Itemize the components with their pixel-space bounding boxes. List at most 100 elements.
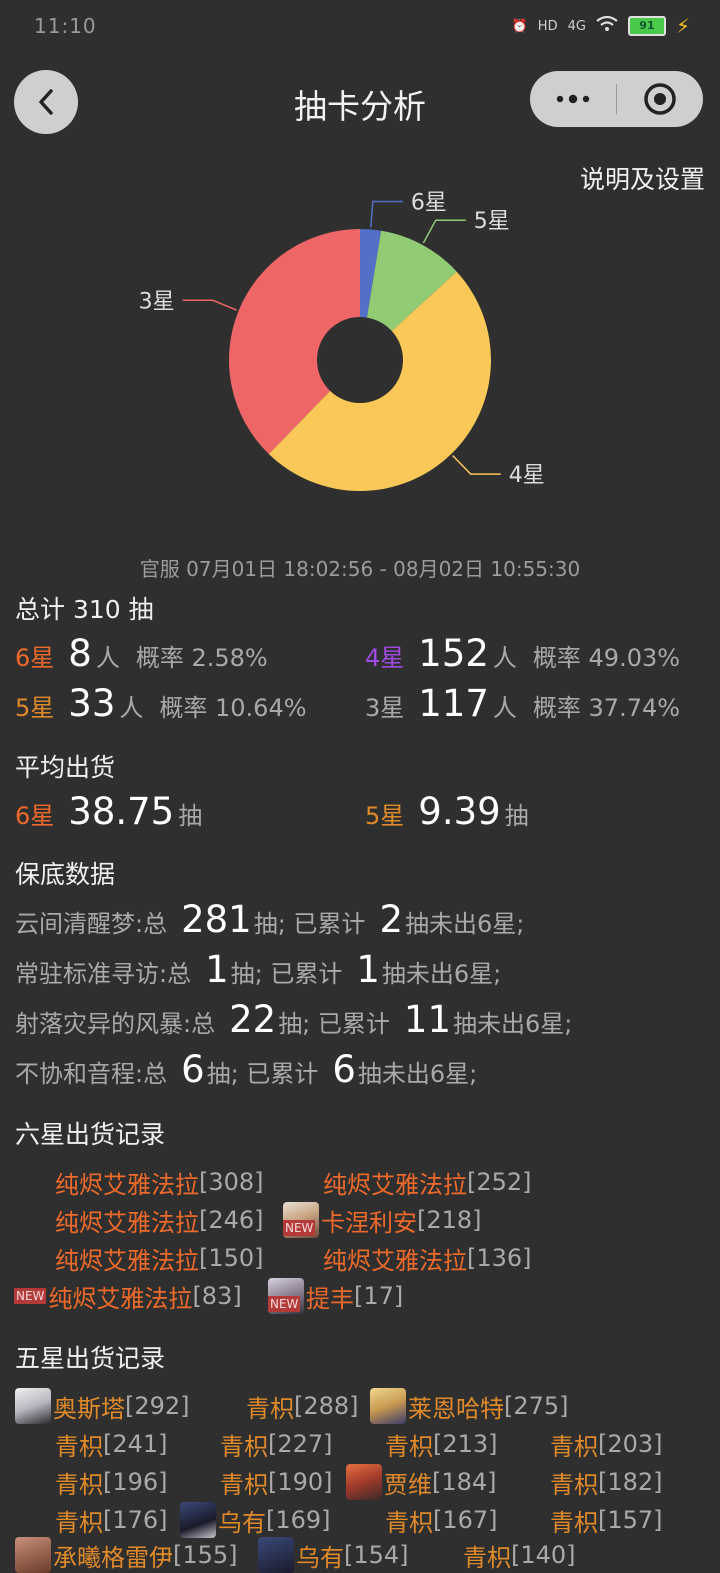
record-name: 青枳 bbox=[550, 1470, 598, 1499]
stat-rate: 概率 37.74% bbox=[532, 694, 681, 722]
miniprogram-capsule bbox=[530, 71, 703, 127]
pity-acc: 1 bbox=[356, 948, 380, 991]
record-name: 青枳 bbox=[385, 1432, 433, 1461]
record-pull: [169] bbox=[266, 1506, 331, 1534]
status-icons: ⏰ HD 4G 91 ⚡ bbox=[512, 14, 690, 38]
stat-rate: 概率 2.58% bbox=[135, 644, 268, 672]
stat-rate: 概率 10.64% bbox=[159, 694, 307, 722]
signal-icon: 4G bbox=[567, 18, 586, 34]
stat-5star: 5星 33 人 概率 10.64% bbox=[15, 682, 307, 725]
record-name: 纯烬艾雅法拉 bbox=[55, 1246, 199, 1275]
record-pull: [218] bbox=[417, 1206, 482, 1234]
record-name: 青枳 bbox=[55, 1508, 103, 1537]
record-name: 青枳 bbox=[385, 1508, 433, 1537]
operator-avatar bbox=[370, 1388, 406, 1424]
pity-title: 保底数据 bbox=[15, 860, 116, 889]
pity-acc: 11 bbox=[403, 998, 451, 1041]
five-record-item: 莱恩哈特 [275] bbox=[370, 1388, 569, 1424]
pie-leader-line bbox=[370, 200, 403, 228]
stat-label: 5星 bbox=[15, 694, 55, 722]
pie-leader-line bbox=[452, 454, 501, 475]
stat-count: 152 bbox=[418, 632, 489, 675]
pie-leader-line bbox=[182, 299, 238, 311]
five-record-item: 青枳 [157] bbox=[550, 1503, 663, 1537]
operator-avatar bbox=[346, 1464, 382, 1500]
more-button[interactable] bbox=[530, 71, 616, 127]
record-pull: [176] bbox=[103, 1506, 168, 1534]
record-name: 青枳 bbox=[55, 1432, 103, 1461]
pity-banner-name: 射落灾异的风暴:总 bbox=[15, 1010, 216, 1038]
six-record-item: NEW 提丰 [17] bbox=[268, 1278, 404, 1314]
record-pull: [140] bbox=[511, 1541, 576, 1569]
record-pull: [17] bbox=[354, 1282, 404, 1310]
record-name: 纯烬艾雅法拉 bbox=[55, 1208, 199, 1237]
record-pull: [184] bbox=[432, 1468, 497, 1496]
stat-4star: 4星 152 人 概率 49.03% bbox=[365, 632, 680, 675]
five-record-item: 贾维 [184] bbox=[346, 1464, 497, 1500]
new-badge: NEW bbox=[14, 1288, 47, 1304]
pity-row: 云间清醒梦:总 281 抽; 已累计 2 抽未出6星; bbox=[15, 898, 524, 941]
charging-icon: ⚡ bbox=[675, 14, 690, 38]
six-record-item: 纯烬艾雅法拉 [308] bbox=[55, 1165, 264, 1199]
new-badge: NEW bbox=[283, 1220, 316, 1236]
stat-label: 6星 bbox=[15, 644, 55, 672]
stat-6star: 6星 8 人 概率 2.58% bbox=[15, 632, 268, 675]
pity-total: 281 bbox=[181, 898, 252, 941]
record-pull: [155] bbox=[173, 1541, 238, 1569]
six-record-item: 纯烬艾雅法拉 [252] bbox=[323, 1165, 532, 1199]
avg-unit: 抽 bbox=[504, 802, 529, 830]
operator-avatar bbox=[15, 1388, 51, 1424]
status-time: 11:10 bbox=[34, 14, 97, 38]
close-miniprogram-button[interactable] bbox=[617, 71, 703, 127]
record-pull: [213] bbox=[433, 1430, 498, 1458]
pity-acc: 6 bbox=[332, 1048, 356, 1091]
record-name: 青枳 bbox=[550, 1508, 598, 1537]
record-pull: [136] bbox=[467, 1244, 532, 1272]
total-pulls: 总计 310 抽 bbox=[15, 595, 154, 624]
record-pull: [252] bbox=[467, 1168, 532, 1196]
avg-5star: 5星 9.39 抽 bbox=[365, 790, 529, 833]
record-pull: [182] bbox=[598, 1468, 663, 1496]
stat-label: 4星 bbox=[365, 644, 405, 672]
five-record-item: 乌有 [154] bbox=[258, 1537, 409, 1573]
record-name: 纯烬艾雅法拉 bbox=[48, 1284, 193, 1313]
alarm-icon: ⏰ bbox=[511, 18, 528, 34]
pity-total: 22 bbox=[229, 998, 277, 1041]
record-name: 卡涅利安 bbox=[321, 1208, 417, 1237]
five-record-item: 青枳 [167] bbox=[385, 1503, 498, 1537]
record-pull: [190] bbox=[268, 1468, 333, 1496]
record-pull: [157] bbox=[598, 1506, 663, 1534]
date-range: 官服 07月01日 18:02:56 - 08月02日 10:55:30 bbox=[139, 557, 581, 581]
record-name: 青枳 bbox=[246, 1394, 294, 1423]
record-name: 青枳 bbox=[55, 1470, 103, 1499]
avg-label: 6星 bbox=[15, 802, 55, 830]
record-name: 奥斯塔 bbox=[53, 1394, 125, 1423]
record-name: 莱恩哈特 bbox=[408, 1394, 504, 1423]
battery-icon: 91 bbox=[627, 16, 666, 36]
record-pull: [154] bbox=[344, 1541, 409, 1569]
stat-rate: 概率 49.03% bbox=[532, 644, 681, 672]
record-name: 青枳 bbox=[220, 1432, 268, 1461]
pity-total: 6 bbox=[181, 1048, 205, 1091]
record-pull: [308] bbox=[199, 1168, 264, 1196]
target-icon bbox=[644, 83, 676, 115]
five-record-item: 青枳 [241] bbox=[55, 1427, 168, 1461]
five-record-item: 青枳 [288] bbox=[246, 1389, 359, 1423]
avg-label: 5星 bbox=[365, 802, 405, 830]
record-pull: [275] bbox=[504, 1392, 569, 1420]
stat-unit: 人 bbox=[119, 694, 144, 722]
six-record-item: 纯烬艾雅法拉 [136] bbox=[323, 1241, 532, 1275]
six-record-item: NEW 卡涅利安 [218] bbox=[283, 1202, 482, 1238]
pity-mid: 抽; 已累计 bbox=[230, 960, 343, 988]
record-name: 青枳 bbox=[220, 1470, 268, 1499]
record-name: 纯烬艾雅法拉 bbox=[323, 1246, 467, 1275]
operator-avatar bbox=[258, 1537, 294, 1573]
record-name: 提丰 bbox=[306, 1284, 354, 1313]
record-name: 承曦格雷伊 bbox=[53, 1543, 173, 1572]
pity-banner-name: 不协和音程:总 bbox=[15, 1060, 168, 1088]
pity-banner-name: 常驻标准寻访:总 bbox=[15, 960, 192, 988]
record-pull: [292] bbox=[125, 1392, 190, 1420]
pie-label: 4星 bbox=[509, 463, 545, 488]
stat-label: 3星 bbox=[365, 694, 405, 722]
five-record-item: 青枳 [190] bbox=[220, 1465, 333, 1499]
